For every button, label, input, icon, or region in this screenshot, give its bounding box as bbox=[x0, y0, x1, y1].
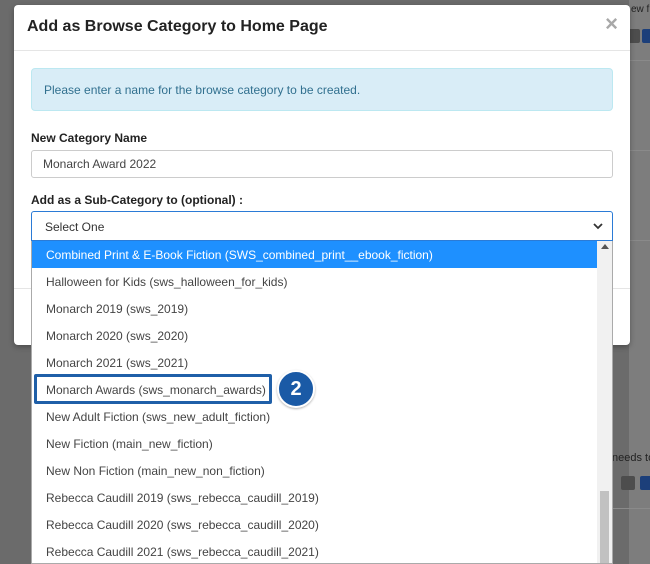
modal-title: Add as Browse Category to Home Page bbox=[27, 18, 328, 35]
scroll-up-arrow-icon[interactable] bbox=[601, 244, 609, 249]
step-number-badge: 2 bbox=[277, 370, 315, 408]
category-name-label: New Category Name bbox=[31, 131, 148, 145]
scrollbar-thumb[interactable] bbox=[600, 491, 609, 563]
background-text: needs to bbox=[612, 452, 650, 464]
dropdown-option[interactable]: Monarch 2021 (sws_2021) bbox=[32, 349, 598, 376]
dropdown-option[interactable]: New Fiction (main_new_fiction) bbox=[32, 430, 598, 457]
annotation-highlight-box bbox=[34, 374, 272, 404]
dropdown-option[interactable]: New Adult Fiction (sws_new_adult_fiction… bbox=[32, 403, 598, 430]
subcategory-label: Add as a Sub-Category to (optional) : bbox=[31, 193, 243, 207]
dropdown-option[interactable]: Halloween for Kids (sws_halloween_for_ki… bbox=[32, 268, 598, 295]
category-name-input[interactable]: Monarch Award 2022 bbox=[31, 150, 613, 178]
dropdown-scrollbar[interactable] bbox=[597, 241, 612, 563]
background-divider bbox=[629, 150, 650, 151]
background-action-icon bbox=[640, 476, 650, 490]
subcategory-select[interactable]: Select One bbox=[31, 211, 613, 241]
dropdown-option[interactable]: Monarch 2020 (sws_2020) bbox=[32, 322, 598, 349]
dropdown-option[interactable]: Rebecca Caudill 2019 (sws_rebecca_caudil… bbox=[32, 484, 598, 511]
background-divider bbox=[629, 240, 650, 241]
chevron-down-icon bbox=[593, 223, 603, 230]
background-text: ew fr bbox=[631, 4, 650, 15]
dropdown-option[interactable]: Combined Print & E-Book Fiction (SWS_com… bbox=[32, 241, 598, 268]
modal-header: Add as Browse Category to Home Page × bbox=[14, 5, 630, 51]
info-alert: Please enter a name for the browse categ… bbox=[31, 68, 613, 111]
close-button[interactable]: × bbox=[605, 13, 618, 35]
background-divider bbox=[613, 508, 650, 509]
dropdown-option[interactable]: Monarch 2019 (sws_2019) bbox=[32, 295, 598, 322]
select-value: Select One bbox=[45, 220, 105, 234]
dropdown-option[interactable]: Rebecca Caudill 2020 (sws_rebecca_caudil… bbox=[32, 511, 598, 538]
background-divider bbox=[629, 60, 650, 61]
background-action-icon bbox=[642, 29, 650, 43]
dropdown-option[interactable]: Rebecca Caudill 2021 (sws_rebecca_caudil… bbox=[32, 538, 598, 563]
background-email-icon bbox=[621, 476, 635, 490]
dropdown-option[interactable]: New Non Fiction (main_new_non_fiction) bbox=[32, 457, 598, 484]
